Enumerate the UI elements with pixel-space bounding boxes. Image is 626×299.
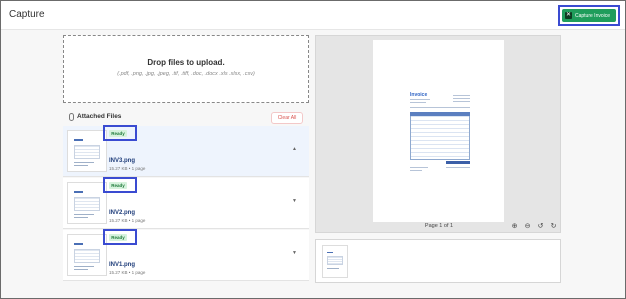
zoom-out-icon[interactable]: ⊖	[523, 221, 532, 230]
zoom-in-icon[interactable]: ⊕	[510, 221, 519, 230]
app-window: Capture ✕ Capture Invoice Drop files to …	[0, 0, 626, 299]
top-bar: Capture ✕ Capture Invoice	[1, 1, 625, 30]
chevron-down-icon[interactable]: ▼	[292, 198, 297, 204]
file-thumbnail	[67, 234, 107, 276]
capture-invoice-button[interactable]: ✕ Capture Invoice	[562, 9, 616, 22]
file-row[interactable]: Ready INV3.png 15.27 KB • 1 page ▲	[63, 125, 309, 177]
dropzone-title: Drop files to upload.	[147, 58, 225, 67]
invoice-title: Invoice	[410, 92, 428, 98]
dropzone-formats: (.pdf, .png, .jpg, .jpeg, .tif, .tiff, .…	[117, 71, 255, 77]
attached-files-header: Attached Files Clear All	[63, 110, 309, 126]
invoice-table	[410, 112, 470, 160]
invoice-total	[446, 161, 470, 164]
chevron-up-icon[interactable]: ▲	[292, 146, 297, 152]
clear-all-button[interactable]: Clear All	[271, 112, 303, 124]
preview-page: Invoice	[373, 40, 504, 222]
status-badge: Ready	[109, 234, 127, 241]
rotate-left-icon[interactable]: ↺	[536, 221, 545, 230]
file-name: INV1.png	[109, 262, 136, 268]
status-highlight: Ready	[103, 125, 137, 141]
chevron-down-icon[interactable]: ▼	[292, 250, 297, 256]
document-preview: Invoice Page 1 of 1 ⊕ ⊖ ↺ ↻	[315, 35, 561, 233]
file-meta: 15.27 KB • 1 page	[109, 166, 146, 171]
file-meta: 15.27 KB • 1 page	[109, 218, 146, 223]
page-title: Capture	[9, 9, 45, 20]
rotate-right-icon[interactable]: ↻	[549, 221, 558, 230]
file-meta: 15.27 KB • 1 page	[109, 270, 146, 275]
file-thumbnail	[67, 182, 107, 224]
capture-highlight: ✕ Capture Invoice	[558, 5, 620, 26]
file-thumbnail	[67, 130, 107, 172]
invoice-table-header	[410, 112, 470, 116]
attachment-icon	[69, 113, 74, 121]
file-row[interactable]: Ready INV2.png 15.27 KB • 1 page ▼	[63, 177, 309, 229]
page-thumbnail[interactable]	[322, 245, 348, 278]
status-highlight: Ready	[103, 229, 137, 245]
attached-files-title: Attached Files	[77, 113, 122, 120]
status-badge: Ready	[109, 182, 127, 189]
capture-invoice-label: Capture Invoice	[575, 12, 611, 19]
capture-icon: ✕	[565, 12, 572, 19]
file-row[interactable]: Ready INV1.png 15.27 KB • 1 page ▼	[63, 229, 309, 281]
file-name: INV2.png	[109, 210, 136, 216]
file-name: INV3.png	[109, 158, 136, 164]
page-thumbnail-strip	[315, 239, 561, 283]
upload-dropzone[interactable]: Drop files to upload. (.pdf, .png, .jpg,…	[63, 35, 309, 103]
status-badge: Ready	[109, 130, 127, 137]
status-highlight: Ready	[103, 177, 137, 193]
